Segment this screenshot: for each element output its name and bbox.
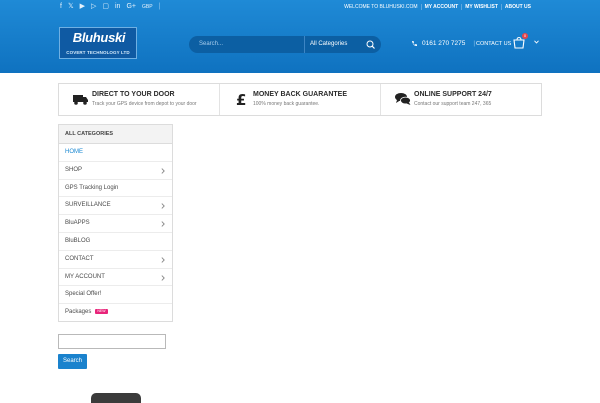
feature-title: ONLINE SUPPORT 24/7 [414, 91, 492, 98]
chevron-right-icon[interactable] [161, 274, 165, 281]
logo-wordmark: Bluhuski [72, 30, 126, 45]
phone-contact: 0161 270 7275 | [411, 40, 479, 47]
my-account-link[interactable]: MY ACCOUNT [420, 4, 462, 10]
new-badge: NEW [95, 309, 108, 315]
sidebar-item-gps-tracking-login[interactable]: GPS Tracking Login [59, 180, 172, 198]
sidebar-item-label: SHOP [65, 166, 83, 173]
twitter-icon[interactable]: 𝕏 [68, 3, 74, 11]
sidebar-item-bluapps[interactable]: BluAPPS [59, 215, 172, 233]
social-links: f 𝕏 ▶ ▷ ▢ in G+ GBP | [60, 3, 160, 11]
welcome-text: WELCOME TO BLUHUSKI.COM [344, 4, 418, 10]
divider: | [473, 40, 476, 47]
sidebar-item-special-offer[interactable]: Special Offer! [59, 286, 172, 305]
divider: | [158, 3, 161, 10]
chevron-right-icon[interactable] [161, 221, 165, 227]
chevron-right-icon[interactable] [161, 203, 165, 210]
feature-support: ONLINE SUPPORT 24/7 Contact our support … [380, 84, 541, 115]
feature-title: MONEY BACK GUARANTEE [253, 91, 347, 98]
sidebar-item-label: Special Offer! [65, 291, 102, 298]
sidebar-item-blublog[interactable]: BluBLOG [59, 233, 172, 251]
rss-icon[interactable]: ▶ [80, 3, 85, 11]
search-icon [366, 40, 375, 49]
search-input[interactable]: Search... [199, 41, 223, 47]
sidebar-item-shop[interactable]: SHOP [59, 162, 172, 180]
sidebar-item-home[interactable]: HOME [59, 144, 172, 162]
chevron-right-icon[interactable] [161, 168, 165, 174]
sidebar-item-label: BluAPPS [65, 220, 90, 227]
feature-subtitle: 100% money back guarantee. [253, 101, 320, 107]
feature-subtitle: Track your GPS device from depot to your… [92, 101, 197, 107]
cart-count-badge: 0 [522, 33, 528, 39]
sidebar-search-button[interactable]: Search [58, 354, 87, 369]
chevron-down-icon[interactable] [534, 40, 539, 44]
sidebar-item-label: SURVEILLANCE [65, 202, 111, 209]
feature-strip: DIRECT TO YOUR DOOR Track your GPS devic… [58, 83, 542, 116]
category-sidebar: ALL CATEGORIES HOME SHOP GPS Tracking Logi… [58, 124, 173, 322]
feature-subtitle: Contact our support team 247, 365 [414, 101, 492, 107]
sidebar-item-label: BluBLOG [65, 237, 91, 244]
sidebar-search-input[interactable] [58, 334, 166, 349]
sidebar-item-label: MY ACCOUNT [65, 273, 105, 280]
top-links: WELCOME TO BLUHUSKI.COM MY ACCOUNT MY WI… [341, 4, 534, 10]
facebook-icon[interactable]: f [60, 3, 62, 11]
feature-delivery: DIRECT TO YOUR DOOR Track your GPS devic… [59, 84, 219, 115]
sidebar-item-my-account[interactable]: MY ACCOUNT [59, 269, 172, 287]
instagram-icon[interactable]: ▢ [102, 3, 109, 11]
about-us-link[interactable]: ABOUT US [500, 4, 534, 10]
top-bar: f 𝕏 ▶ ▷ ▢ in G+ GBP | WELCOME TO BLUHUSK… [0, 0, 600, 14]
currency-selector[interactable]: GBP [142, 3, 153, 11]
google-plus-icon[interactable]: G+ [126, 3, 136, 11]
my-wishlist-link[interactable]: MY WISHLIST [461, 4, 501, 10]
linkedin-icon[interactable]: in [115, 3, 120, 11]
sidebar-item-surveillance[interactable]: SURVEILLANCE [59, 197, 172, 216]
pound-icon: £ [236, 92, 246, 106]
feature-title: DIRECT TO YOUR DOOR [92, 91, 175, 98]
sidebar-item-label: CONTACT [65, 255, 94, 262]
feature-guarantee: £ MONEY BACK GUARANTEE 100% money back g… [219, 84, 380, 115]
sidebar-item-label: HOME [65, 149, 83, 155]
youtube-icon[interactable]: ▷ [91, 3, 96, 11]
contact-us-link[interactable]: CONTACT US [476, 41, 511, 47]
sidebar-heading: ALL CATEGORIES [59, 125, 172, 144]
phone-number[interactable]: 0161 270 7275 [422, 40, 465, 47]
chat-icon [395, 93, 411, 105]
sidebar-item-label: GPS Tracking Login [65, 184, 119, 191]
logo-tagline: COVERT TECHNOLOGY LTD [66, 50, 130, 55]
truck-icon [73, 95, 88, 105]
phone-icon [412, 41, 417, 47]
site-header: f 𝕏 ▶ ▷ ▢ in G+ GBP | WELCOME TO BLUHUSK… [0, 0, 600, 73]
product-image[interactable] [91, 393, 141, 403]
category-select[interactable]: All Categories [304, 36, 354, 53]
category-list: HOME SHOP GPS Tracking Login SURVEILLANCE Bl… [59, 144, 172, 322]
chevron-right-icon[interactable] [161, 257, 165, 263]
sidebar-item-packages[interactable]: Packages NEW [59, 304, 172, 322]
header-search: Search... All Categories [189, 36, 381, 53]
search-button[interactable] [361, 36, 381, 53]
svg-text:£: £ [236, 92, 246, 106]
sidebar-item-label: Packages [65, 309, 92, 316]
sidebar-item-contact[interactable]: CONTACT [59, 251, 172, 269]
site-logo[interactable]: Bluhuski COVERT TECHNOLOGY LTD [59, 27, 137, 59]
